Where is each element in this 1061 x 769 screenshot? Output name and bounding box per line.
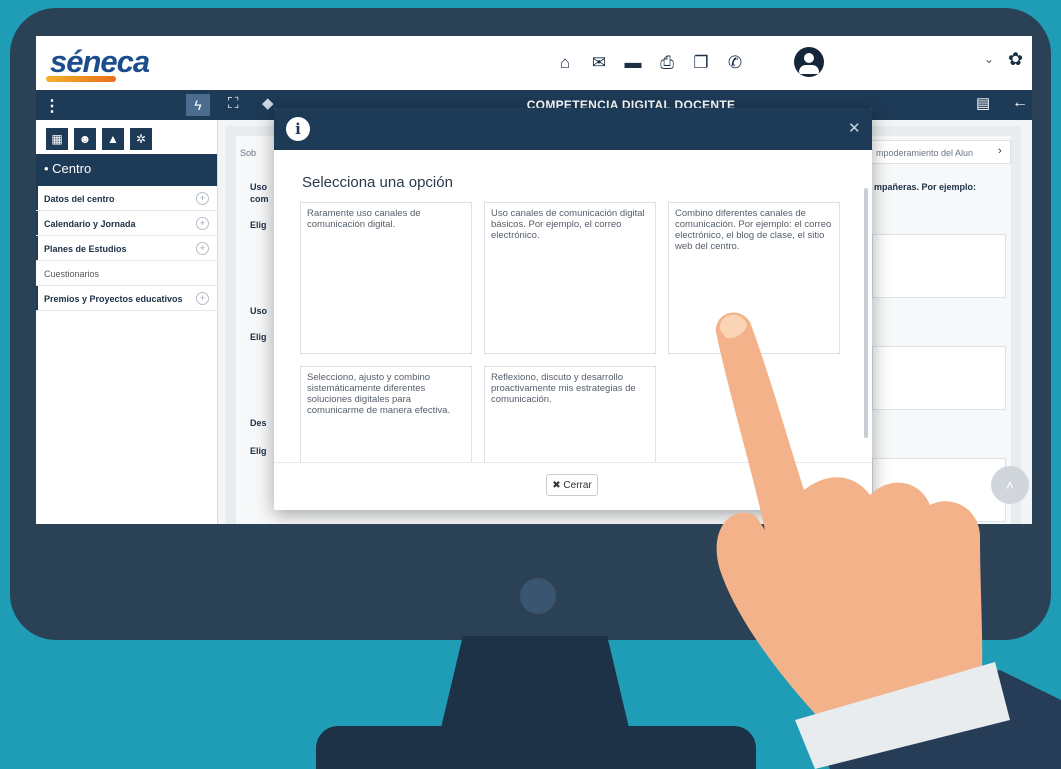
expand-plus-icon[interactable]: +	[196, 192, 209, 205]
cube-icon: ◆	[262, 95, 274, 112]
sidebar-item-label: Datos del centro	[44, 194, 115, 204]
flash-button[interactable]: ϟ	[186, 94, 210, 116]
choose-label: Elig	[250, 220, 267, 230]
back-arrow-icon[interactable]: ←	[1012, 94, 1028, 112]
close-button-label: Cerrar	[563, 480, 592, 491]
modal-title: Selecciona una opción	[302, 174, 453, 191]
question-text: mpañeras. Por ejemplo:	[874, 182, 977, 192]
close-x-icon: ✖	[552, 480, 561, 491]
answer-box[interactable]	[872, 234, 1006, 298]
fullscreen-icon[interactable]: ⛶	[228, 95, 239, 112]
close-button[interactable]: ✖ Cerrar	[546, 474, 598, 496]
avatar-body	[799, 65, 819, 74]
expand-plus-icon[interactable]: +	[196, 217, 209, 230]
choose-label: Elig	[250, 446, 267, 456]
expand-plus-icon[interactable]: +	[196, 242, 209, 255]
question-label: Des	[250, 418, 267, 428]
copy-icon[interactable]: ❐	[688, 50, 714, 76]
sidebar-item-label: Planes de Estudios	[44, 244, 127, 254]
building-icon[interactable]: ▦	[46, 128, 68, 150]
sidebar-accent	[36, 211, 38, 235]
option-card[interactable]: Raramente uso canales de comunicación di…	[300, 202, 472, 354]
sidebar-item-label: Calendario y Jornada	[44, 219, 136, 229]
option-card[interactable]: Reflexiono, discuto y desarrollo proacti…	[484, 366, 656, 476]
print-icon[interactable]: ⎙	[654, 50, 680, 76]
app-logo[interactable]: séneca	[50, 44, 150, 80]
option-card[interactable]: Selecciono, ajusto y combino sistemática…	[300, 366, 472, 476]
close-icon[interactable]: ✕	[848, 119, 861, 137]
question-label: com	[250, 194, 269, 204]
expand-plus-icon[interactable]: +	[196, 292, 209, 305]
sidebar-accent	[36, 236, 38, 260]
folder-icon[interactable]: ▬	[620, 50, 646, 76]
sidebar-section-label: • Centro	[44, 161, 92, 176]
user-menu-chevron-icon[interactable]: ⌄	[984, 52, 994, 66]
chevron-right-icon[interactable]: ›	[998, 145, 1002, 157]
top-bar	[36, 36, 1032, 91]
tab-left[interactable]: Sob	[240, 148, 256, 158]
pdf-icon[interactable]: ▤	[976, 94, 990, 112]
sidebar-accent	[36, 286, 38, 310]
avatar-head	[804, 53, 814, 63]
settings-icon[interactable]: ✿	[1008, 49, 1023, 70]
modal-header	[274, 108, 872, 150]
pointing-hand-illustration	[715, 312, 1061, 769]
phone-icon[interactable]: ✆	[722, 50, 748, 76]
mail-icon[interactable]: ✉	[586, 50, 612, 76]
users-icon[interactable]: ☻	[74, 128, 96, 150]
graduation-icon[interactable]: ▲	[102, 128, 124, 150]
option-card[interactable]: Uso canales de comunicación digital bási…	[484, 202, 656, 354]
info-icon: i	[286, 117, 310, 141]
monitor-stand	[440, 636, 630, 732]
sidebar-accent	[36, 186, 38, 210]
tab-empoderamiento[interactable]: mpoderamiento del Alun	[871, 140, 1011, 164]
choose-label: Elig	[250, 332, 267, 342]
menu-icon[interactable]: ⋮	[44, 96, 60, 116]
cogs-icon[interactable]: ✲	[130, 128, 152, 150]
home-icon[interactable]: ⌂	[552, 50, 578, 76]
sidebar-item-label: Premios y Proyectos educativos	[44, 294, 183, 304]
sidebar-item-label: Cuestionarios	[44, 269, 100, 279]
hand-shape	[715, 312, 983, 740]
question-label: Uso	[250, 306, 268, 316]
question-label: Uso	[250, 182, 268, 192]
monitor-power-button	[520, 578, 556, 614]
